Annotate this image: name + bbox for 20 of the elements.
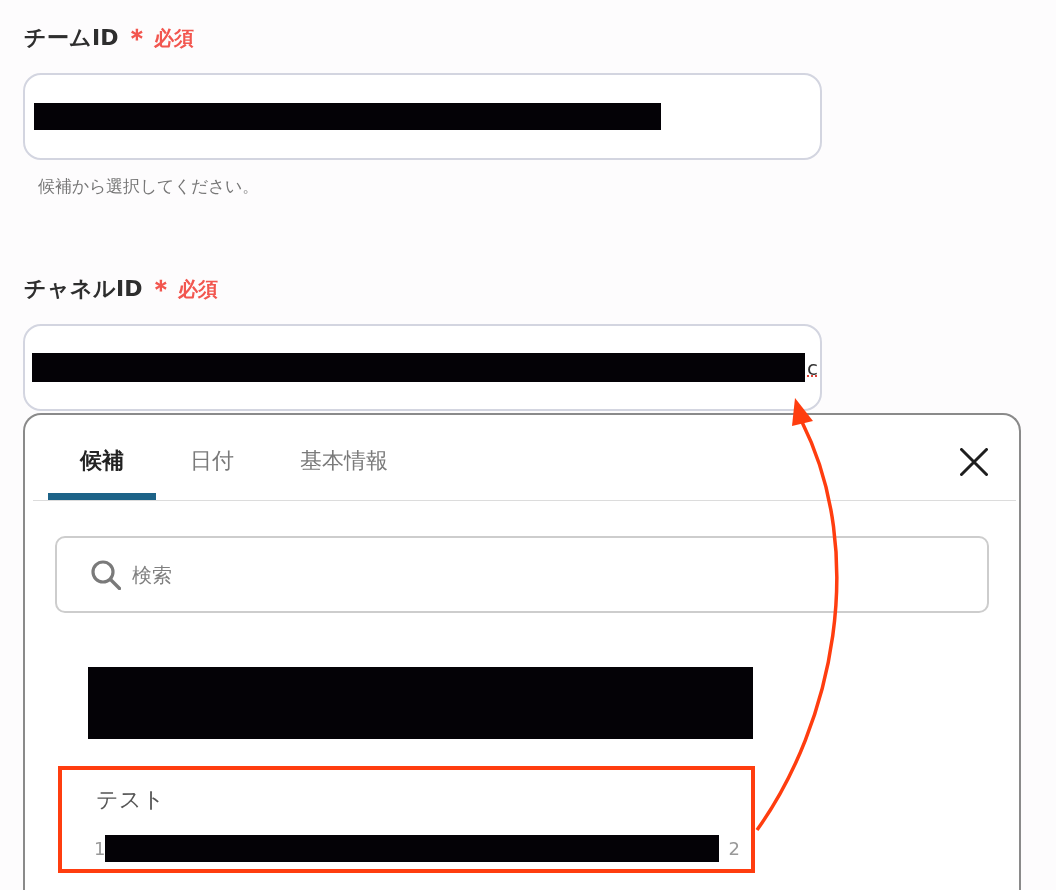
item-id: 1 [94,837,106,861]
required-label: 必須 [154,25,195,52]
tab[interactable]: 日付 [158,415,266,500]
field-label: チームID [24,24,119,52]
field-hint: 候補から選択してください。 [38,175,259,198]
input-field[interactable]: c [23,324,822,411]
search-icon [91,560,121,590]
required-label: 必須 [178,276,219,303]
search-field[interactable]: 検索 [55,536,989,613]
close-icon [960,448,988,476]
tab[interactable]: 基本情報 [268,415,420,500]
required-mark: ＊ [124,23,151,53]
list-item[interactable]: テスト 1 2 [58,766,755,873]
item-title: テスト [96,786,165,814]
input-field[interactable] [23,73,822,160]
close-button[interactable] [960,448,988,476]
required-mark: ＊ [148,274,175,304]
item-id: 2 [728,837,740,861]
tab[interactable]: 候補 [48,415,156,500]
field-label: チャネルID [24,275,143,303]
